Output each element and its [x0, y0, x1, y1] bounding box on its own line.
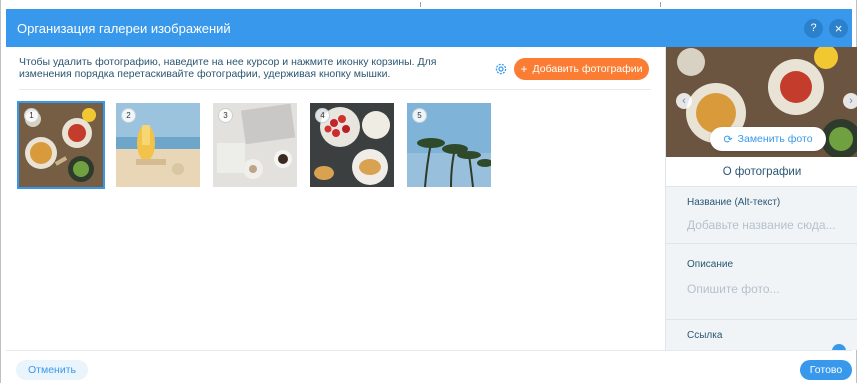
description-label: Описание [687, 259, 734, 270]
photo-preview: ‹ › ⟳ Заменить фото [666, 47, 857, 157]
replace-photo-button[interactable]: ⟳ Заменить фото [710, 127, 826, 151]
photo-number-badge: 1 [24, 108, 39, 123]
instructions-text: Чтобы удалить фотографию, наведите на не… [19, 56, 437, 80]
photo-number-badge: 2 [121, 108, 136, 123]
previous-photo-button[interactable]: ‹ [676, 93, 692, 109]
dialog-header: Организация галереи изображений ? × [6, 9, 852, 47]
plus-icon: + [520, 62, 528, 76]
photo-thumbnail[interactable]: 4 [310, 103, 394, 187]
refresh-icon: ⟳ [723, 133, 733, 146]
photo-thumbnail[interactable]: 1 [17, 101, 105, 189]
divider [19, 89, 651, 90]
gear-icon[interactable] [494, 62, 508, 76]
dialog-title: Организация галереи изображений [17, 20, 231, 36]
alt-text-input[interactable]: Добавьте название сюда... [687, 218, 836, 232]
divider [666, 319, 857, 320]
description-input[interactable]: Опишите фото... [687, 282, 780, 296]
done-button[interactable]: Готово [800, 360, 852, 380]
photo-number-badge: 5 [412, 108, 427, 123]
add-photos-button[interactable]: + Добавить фотографии [514, 58, 649, 80]
help-button[interactable]: ? [804, 18, 823, 38]
photo-number-badge: 3 [218, 108, 233, 123]
close-button[interactable]: × [829, 18, 848, 38]
photo-thumbnail[interactable]: 2 [116, 103, 200, 187]
cancel-button[interactable]: Отменить [16, 360, 88, 380]
next-photo-button[interactable]: › [843, 93, 857, 109]
photo-thumbnail[interactable]: 3 [213, 103, 297, 187]
gallery-area: Чтобы удалить фотографию, наведите на не… [6, 47, 660, 350]
dialog-footer: Отменить Готово [6, 350, 852, 383]
divider [666, 243, 857, 244]
photo-thumbnail[interactable]: 5 [407, 103, 491, 187]
about-photo-heading: О фотографии [666, 157, 857, 187]
alt-text-label: Название (Alt-текст) [687, 197, 781, 208]
add-photos-label: Добавить фотографии [532, 63, 643, 75]
photo-number-badge: 4 [315, 108, 330, 123]
photo-settings-panel: ‹ › ⟳ Заменить фото О фотографии Названи… [665, 47, 857, 350]
replace-photo-label: Заменить фото [737, 133, 813, 145]
link-label: Ссылка [687, 330, 723, 341]
